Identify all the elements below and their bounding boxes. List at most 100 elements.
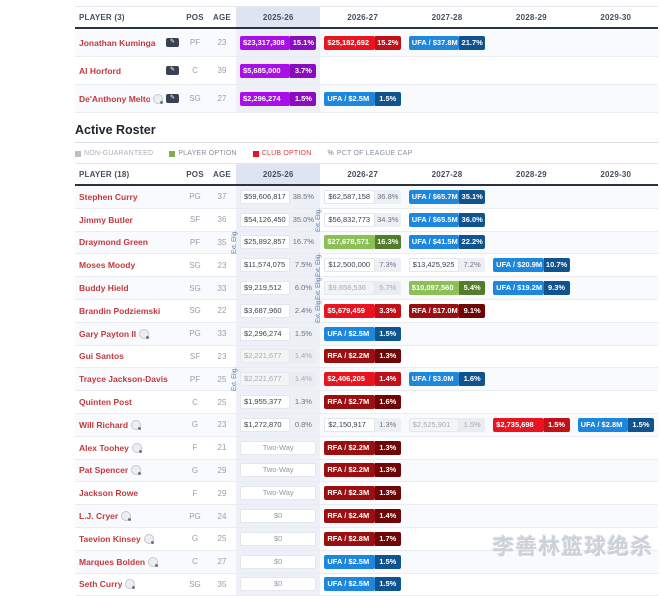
contract-value: RFA / $2.2M [324,349,374,363]
player-link[interactable]: Stephen Curry [79,192,138,202]
contract-chip: $12,500,0007.3% [324,258,400,272]
cap-percentage: 1.3% [375,441,401,455]
contract-value: $9,219,512 [240,281,290,295]
contract-chip: $2,525,9011.5% [409,418,485,432]
column-header-year: 2028-29 [489,7,573,27]
contract-cell: $11,574,0757.5% [236,254,320,276]
contract-value: RFA / $17.0M [409,304,459,318]
contract-cell: Ext. Elig.$56,832,77334.3% [320,209,404,231]
player-info-icon[interactable] [144,534,154,544]
player-link[interactable]: De'Anthony Melton [79,94,150,104]
contract-cell: $2,406,2051.4% [320,368,404,390]
player-info-icon[interactable] [148,557,158,567]
contract-cell: $10,097,5605.4% [405,277,489,299]
player-age: 33 [208,329,236,338]
contract-cell [405,574,489,596]
player-position: PG [182,329,208,338]
contract-value: $11,574,075 [240,258,290,272]
player-link[interactable]: Moses Moody [79,260,135,270]
contract-chip: $3,687,9602.4% [240,304,316,318]
player-age: 23 [208,420,236,429]
contract-value: $9,658,536 [324,281,374,295]
contract-chip: $2,296,2741.5% [240,327,316,341]
contract-cell [574,254,658,276]
contract-cell [489,346,573,368]
player-info-icon[interactable] [125,579,135,589]
player-link[interactable]: Jimmy Butler [79,215,133,225]
contract-value: UFA / $65.5M [409,213,459,227]
column-header-year: 2029-30 [574,164,658,184]
contract-cell: $62,587,15836.8% [320,186,404,208]
player-info-icon[interactable] [132,443,142,453]
contract-value: $2,296,274 [240,327,290,341]
contract-cell: $2,221,6771.4% [236,346,320,368]
player-link[interactable]: Al Horford [79,66,121,76]
player-link[interactable]: L.J. Cryer [79,511,118,521]
player-info-icon[interactable] [153,94,163,104]
contract-value: $10,097,560 [409,281,459,295]
player-link[interactable]: Alex Toohey [79,443,129,453]
player-link[interactable]: Gui Santos [79,351,124,361]
player-info-icon[interactable] [139,329,149,339]
contract-chip: $2,296,2741.5% [240,92,316,106]
contract-value: UFA / $2.5M [324,92,374,106]
extension-eligible-label: Ext. Elig. [316,276,323,300]
cap-percentage: 7.5% [290,258,316,272]
contract-cell [489,85,573,112]
contract-cell [405,551,489,573]
contract-value: $13,425,925 [409,258,459,272]
contract-chip: RFA / $2.2M1.3% [324,349,400,363]
player-cell: Alex Toohey [75,443,182,453]
player-position: SG [182,284,208,293]
player-info-icon[interactable] [121,511,131,521]
cap-percentage: 1.3% [375,418,401,432]
player-link[interactable]: Seth Curry [79,579,122,589]
player-link[interactable]: Marques Bolden [79,557,145,567]
player-age: 27 [208,557,236,566]
player-link[interactable]: Gary Payton II [79,329,136,339]
player-link[interactable]: Jonathan Kuminga [79,38,156,48]
contract-chip: $5,685,0003.7% [240,64,316,78]
player-info-icon[interactable] [131,420,141,430]
player-cell: De'Anthony Melton✎ [75,94,182,104]
contract-chip: RFA / $2.7M1.6% [324,395,400,409]
contract-cell [405,437,489,459]
table-header-row: PLAYER (18)POSAGE2025-262026-272027-2820… [75,163,658,186]
player-link[interactable]: Jackson Rowe [79,488,138,498]
table-row: Marques BoldenC27$0UFA / $2.5M1.5% [75,551,658,574]
player-age: 25 [208,398,236,407]
cap-percentage: 15.1% [290,36,316,50]
contract-cell [405,482,489,504]
player-link[interactable]: Draymond Green [79,237,148,247]
contract-cell [405,505,489,527]
contract-cell [574,460,658,482]
contract-chip: $54,126,45035.0% [240,213,316,227]
contract-chip: $23,317,30815.1% [240,36,316,50]
cap-percentage: 9.1% [459,304,485,318]
contract-cell: UFA / $3.0M1.6% [405,368,489,390]
cap-percentage: 1.3% [375,463,401,477]
player-link[interactable]: Trayce Jackson-Davis [79,374,168,384]
cap-percentage: 3.7% [290,64,316,78]
player-link[interactable]: Taevion Kinsey [79,534,141,544]
table-row: De'Anthony Melton✎SG27$2,296,2741.5%UFA … [75,85,658,113]
contract-cell: UFA / $2.5M1.5% [320,574,404,596]
player-link[interactable]: Brandin Podziemski [79,306,160,316]
player-cell: Al Horford✎ [75,66,182,76]
player-info-icon[interactable] [131,465,141,475]
contract-chip: RFA / $2.2M1.3% [324,441,400,455]
contract-cell [489,551,573,573]
contract-value: $27,678,571 [324,235,374,249]
contract-cell [489,482,573,504]
player-link[interactable]: Pat Spencer [79,465,128,475]
player-link[interactable]: Will Richard [79,420,128,430]
player-link[interactable]: Buddy Hield [79,283,129,293]
player-age: 27 [208,94,236,103]
contract-cell [489,29,573,56]
column-header-year: 2029-30 [574,7,658,27]
contract-cell [405,57,489,84]
player-link[interactable]: Quinten Post [79,397,132,407]
contract-cell [574,57,658,84]
player-age: 37 [208,192,236,201]
contract-cell: RFA / $2.7M1.6% [320,391,404,413]
